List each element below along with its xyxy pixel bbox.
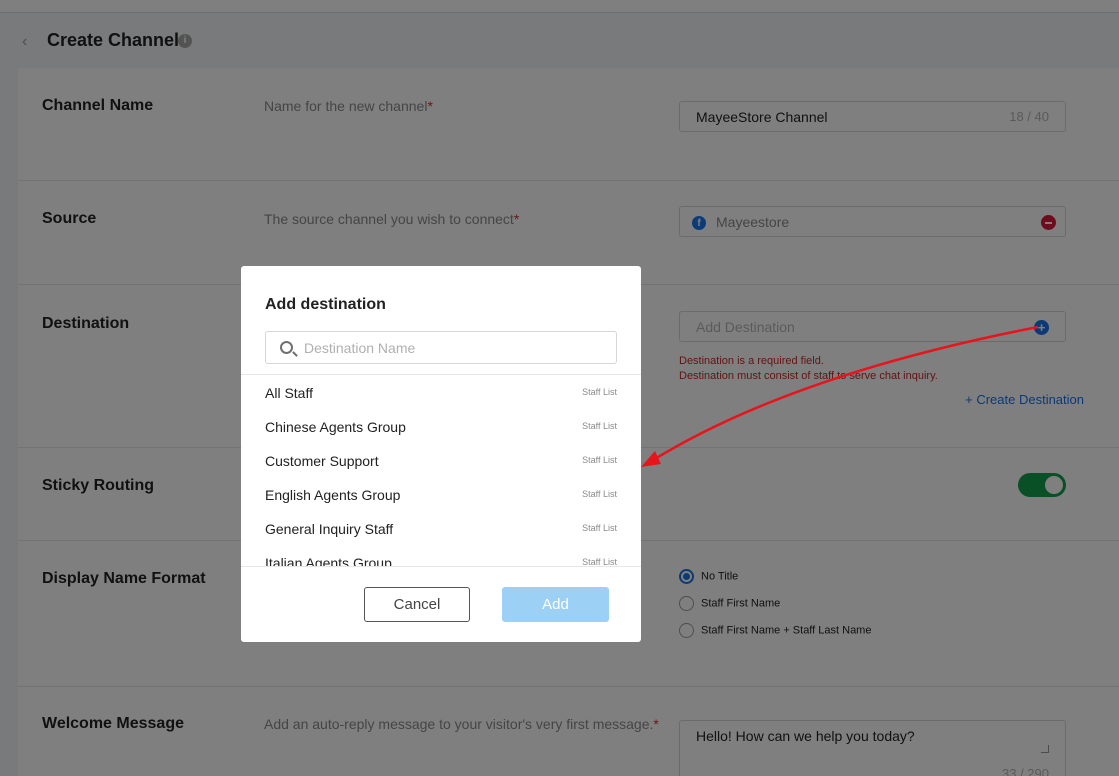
list-item[interactable]: Italian Agents Group Staff List	[241, 545, 641, 567]
item-tag: Staff List	[582, 523, 617, 533]
item-name: Chinese Agents Group	[265, 419, 406, 435]
modal-title: Add destination	[265, 296, 386, 313]
item-tag: Staff List	[582, 557, 617, 567]
destination-list[interactable]: All Staff Staff List Chinese Agents Group…	[241, 374, 641, 567]
search-icon	[280, 341, 293, 354]
item-tag: Staff List	[582, 489, 617, 499]
item-tag: Staff List	[582, 421, 617, 431]
item-tag: Staff List	[582, 387, 617, 397]
item-name: All Staff	[265, 385, 313, 401]
destination-search-input[interactable]	[304, 338, 604, 358]
item-name: Customer Support	[265, 453, 379, 469]
item-tag: Staff List	[582, 455, 617, 465]
destination-search[interactable]	[265, 331, 617, 364]
list-item[interactable]: English Agents Group Staff List	[241, 477, 641, 511]
cancel-button[interactable]: Cancel	[364, 587, 470, 622]
list-item[interactable]: General Inquiry Staff Staff List	[241, 511, 641, 545]
add-button[interactable]: Add	[502, 587, 609, 622]
add-destination-modal: Add destination All Staff Staff List Chin…	[241, 266, 641, 642]
list-item[interactable]: All Staff Staff List	[241, 375, 641, 409]
item-name: Italian Agents Group	[265, 555, 392, 567]
list-item[interactable]: Customer Support Staff List	[241, 443, 641, 477]
list-item[interactable]: Chinese Agents Group Staff List	[241, 409, 641, 443]
item-name: General Inquiry Staff	[265, 521, 394, 537]
item-name: English Agents Group	[265, 487, 401, 503]
